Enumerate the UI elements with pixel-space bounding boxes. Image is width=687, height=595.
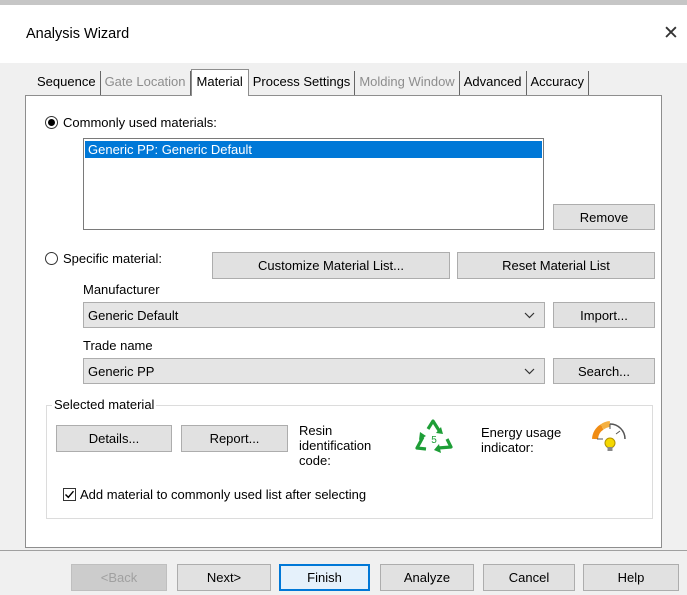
window-title: Analysis Wizard bbox=[26, 26, 130, 42]
resin-label-line: code: bbox=[299, 453, 331, 468]
report-button[interactable]: Report... bbox=[181, 425, 288, 452]
import-button[interactable]: Import... bbox=[553, 302, 655, 328]
search-button[interactable]: Search... bbox=[553, 358, 655, 384]
next-button[interactable]: Next> bbox=[177, 564, 271, 591]
manufacturer-value: Generic Default bbox=[88, 307, 179, 323]
help-button[interactable]: Help bbox=[583, 564, 679, 591]
manufacturer-label: Manufacturer bbox=[83, 282, 160, 297]
close-icon[interactable]: ✕ bbox=[663, 22, 679, 45]
selected-material-group-label: Selected material bbox=[52, 397, 157, 412]
energy-label-line: indicator: bbox=[481, 440, 534, 455]
recycle-icon: 5 bbox=[415, 419, 453, 453]
analyze-button[interactable]: Analyze bbox=[380, 564, 474, 591]
common-materials-list[interactable]: Generic PP: Generic Default bbox=[83, 138, 544, 230]
add-to-common-list-checkbox[interactable] bbox=[63, 488, 76, 501]
tab-accuracy[interactable]: Accuracy bbox=[527, 71, 589, 95]
resin-code-number: 5 bbox=[431, 435, 437, 446]
tab-strip: Sequence Gate Location Material Process … bbox=[33, 69, 589, 96]
finish-button[interactable]: Finish bbox=[279, 564, 370, 591]
resin-label-line: Resin bbox=[299, 423, 333, 438]
energy-label-line: Energy usage bbox=[481, 425, 562, 440]
manufacturer-dropdown[interactable]: Generic Default bbox=[83, 302, 545, 328]
common-materials-label: Commonly used materials: bbox=[63, 115, 217, 130]
checkmark-icon bbox=[65, 490, 75, 499]
tab-advanced[interactable]: Advanced bbox=[460, 71, 527, 95]
customize-material-list-button[interactable]: Customize Material List... bbox=[212, 252, 450, 279]
specific-material-label: Specific material: bbox=[63, 251, 162, 266]
common-materials-radio[interactable] bbox=[45, 116, 58, 129]
specific-material-radio[interactable] bbox=[45, 252, 58, 265]
remove-button[interactable]: Remove bbox=[553, 204, 655, 230]
list-item[interactable]: Generic PP: Generic Default bbox=[85, 141, 542, 158]
trade-name-value: Generic PP bbox=[88, 363, 155, 379]
resin-label-line: identification bbox=[299, 438, 372, 453]
back-button[interactable]: <Back bbox=[71, 564, 167, 591]
trade-name-label: Trade name bbox=[83, 338, 153, 353]
chevron-down-icon bbox=[524, 312, 535, 319]
reset-material-list-button[interactable]: Reset Material List bbox=[457, 252, 655, 279]
cancel-button[interactable]: Cancel bbox=[483, 564, 575, 591]
radio-selected-dot bbox=[48, 119, 55, 126]
add-to-common-list-label: Add material to commonly used list after… bbox=[80, 487, 367, 502]
details-button[interactable]: Details... bbox=[56, 425, 172, 452]
tab-gate-location[interactable]: Gate Location bbox=[101, 71, 191, 95]
tab-sequence[interactable]: Sequence bbox=[33, 71, 101, 95]
chevron-down-icon bbox=[524, 368, 535, 375]
tab-molding-window[interactable]: Molding Window bbox=[355, 71, 460, 95]
trade-name-dropdown[interactable]: Generic PP bbox=[83, 358, 545, 384]
energy-usage-label: Energy usage indicator: bbox=[481, 425, 561, 455]
resin-identification-label: Resin identification code: bbox=[299, 423, 371, 468]
tab-process-settings[interactable]: Process Settings bbox=[249, 71, 356, 95]
tab-material[interactable]: Material bbox=[190, 69, 249, 96]
energy-gauge-icon bbox=[592, 421, 626, 451]
